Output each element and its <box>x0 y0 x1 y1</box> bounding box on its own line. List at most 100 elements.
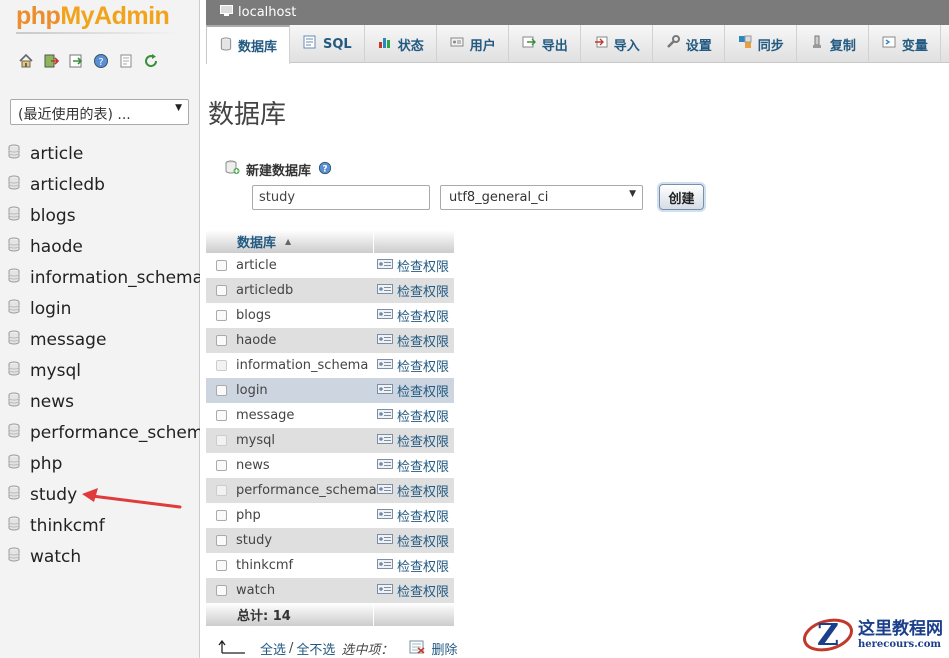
deselect-all-link[interactable]: 全不选 <box>296 639 335 658</box>
check-privileges-link[interactable]: 检查权限 <box>374 356 454 375</box>
database-name-link[interactable]: blogs <box>236 308 374 323</box>
database-icon <box>8 330 20 350</box>
check-privileges-link[interactable]: 检查权限 <box>374 281 454 300</box>
row-checkbox[interactable] <box>215 335 227 346</box>
database-name-link[interactable]: mysql <box>236 433 374 448</box>
privileges-icon <box>377 258 393 274</box>
recent-tables-select[interactable]: (最近使用的表) ... ▼ <box>10 99 189 125</box>
database-name-input[interactable] <box>252 185 430 210</box>
nav-database-article[interactable]: article <box>0 138 200 169</box>
row-checkbox[interactable] <box>215 310 227 321</box>
nav-database-performance-schema[interactable]: performance_schema <box>0 417 200 448</box>
check-privileges-link[interactable]: 检查权限 <box>374 456 454 475</box>
nav-database-watch[interactable]: watch <box>0 541 200 572</box>
database-name-link[interactable]: haode <box>236 333 374 348</box>
database-name-link[interactable]: articledb <box>236 283 374 298</box>
check-privileges-link[interactable]: 检查权限 <box>374 556 454 575</box>
table-total-row: 总计: 14 <box>206 603 454 626</box>
tab-more[interactable] <box>941 25 949 63</box>
row-checkbox[interactable] <box>215 285 227 296</box>
database-name-link[interactable]: information_schema <box>236 358 374 373</box>
phpmyadmin-logo[interactable]: phpMyAdmin <box>16 2 170 31</box>
database-name-link[interactable]: study <box>236 533 374 548</box>
tab-database[interactable]: 数据库 <box>206 25 291 64</box>
check-privileges-link[interactable]: 检查权限 <box>374 306 454 325</box>
select-all-link[interactable]: 全选 <box>260 639 286 658</box>
create-button[interactable]: 创建 <box>659 184 704 210</box>
row-checkbox-cell <box>206 435 236 446</box>
database-name-link[interactable]: login <box>236 383 374 398</box>
table-row: mysql 检查权限 <box>206 428 454 453</box>
check-privileges-link[interactable]: 检查权限 <box>374 506 454 525</box>
sql-window-icon[interactable] <box>68 53 84 69</box>
nav-database-thinkcmf[interactable]: thinkcmf <box>0 510 200 541</box>
database-name-link[interactable]: thinkcmf <box>236 558 374 573</box>
row-checkbox[interactable] <box>215 460 227 471</box>
row-checkbox[interactable] <box>215 535 227 546</box>
tab-import[interactable]: 导入 <box>581 25 653 63</box>
nav-database-label: news <box>30 391 74 412</box>
database-name-link[interactable]: message <box>236 408 374 423</box>
database-name-link[interactable]: news <box>236 458 374 473</box>
reload-icon[interactable] <box>143 53 159 69</box>
exit-icon[interactable] <box>43 53 59 69</box>
database-icon <box>8 392 20 412</box>
docs-icon[interactable] <box>118 53 134 69</box>
check-privileges-link[interactable]: 检查权限 <box>374 256 454 275</box>
row-checkbox[interactable] <box>215 560 227 571</box>
nav-database-message[interactable]: message <box>0 324 200 355</box>
home-icon[interactable] <box>18 53 34 69</box>
nav-database-php[interactable]: php <box>0 448 200 479</box>
privileges-icon <box>377 533 393 549</box>
help-icon[interactable]: ? <box>93 53 109 69</box>
privileges-icon <box>377 508 393 524</box>
tab-variables[interactable]: 变量 <box>869 25 941 63</box>
check-privileges-link[interactable]: 检查权限 <box>374 331 454 350</box>
nav-database-news[interactable]: news <box>0 386 200 417</box>
delete-icon[interactable] <box>409 640 425 658</box>
tab-label: 复制 <box>829 38 856 54</box>
row-checkbox[interactable] <box>215 410 227 421</box>
tab-settings[interactable]: 设置 <box>653 25 725 63</box>
check-privileges-label: 检查权限 <box>397 285 450 300</box>
database-name-link[interactable]: watch <box>236 583 374 598</box>
check-privileges-link[interactable]: 检查权限 <box>374 381 454 400</box>
nav-database-blogs[interactable]: blogs <box>0 200 200 231</box>
check-privileges-link[interactable]: 检查权限 <box>374 531 454 550</box>
database-column-header[interactable]: 数据库 ▲ <box>206 230 374 253</box>
tab-users[interactable]: 用户 <box>437 25 509 63</box>
check-privileges-link[interactable]: 检查权限 <box>374 581 454 600</box>
database-name-link[interactable]: performance_schema <box>236 483 377 498</box>
table-row: articledb 检查权限 <box>206 278 454 303</box>
database-name-link[interactable]: article <box>236 258 374 273</box>
nav-database-mysql[interactable]: mysql <box>0 355 200 386</box>
check-privileges-link[interactable]: 检查权限 <box>374 406 454 425</box>
collation-select[interactable]: utf8_general_ci ▼ <box>440 185 643 210</box>
row-checkbox[interactable] <box>215 585 227 596</box>
database-name-link[interactable]: php <box>236 508 374 523</box>
row-checkbox-cell <box>206 585 236 596</box>
nav-database-articledb[interactable]: articledb <box>0 169 200 200</box>
delete-button[interactable]: 删除 <box>431 639 457 658</box>
tab-label: 状态 <box>397 38 424 54</box>
tab-sync[interactable]: 同步 <box>725 25 797 63</box>
help-icon[interactable]: ? <box>318 161 332 179</box>
check-privileges-link[interactable]: 检查权限 <box>374 481 454 500</box>
privileges-icon <box>377 558 393 574</box>
row-checkbox-cell <box>206 385 236 396</box>
table-row: message 检查权限 <box>206 403 454 428</box>
nav-database-haode[interactable]: haode <box>0 231 200 262</box>
red-arrow-annotation <box>82 488 182 509</box>
row-checkbox[interactable] <box>215 385 227 396</box>
check-privileges-link[interactable]: 检查权限 <box>374 431 454 450</box>
row-checkbox[interactable] <box>215 260 227 271</box>
quick-links: ? <box>18 53 159 69</box>
tab-status[interactable]: 状态 <box>365 25 437 63</box>
server-label[interactable]: localhost <box>238 5 296 20</box>
row-checkbox[interactable] <box>215 510 227 521</box>
tab-replication[interactable]: 复制 <box>797 25 869 63</box>
nav-database-login[interactable]: login <box>0 293 200 324</box>
nav-database-information-schema[interactable]: information_schema <box>0 262 200 293</box>
tab-export[interactable]: 导出 <box>509 25 581 63</box>
tab-sql[interactable]: SQL <box>290 25 365 63</box>
